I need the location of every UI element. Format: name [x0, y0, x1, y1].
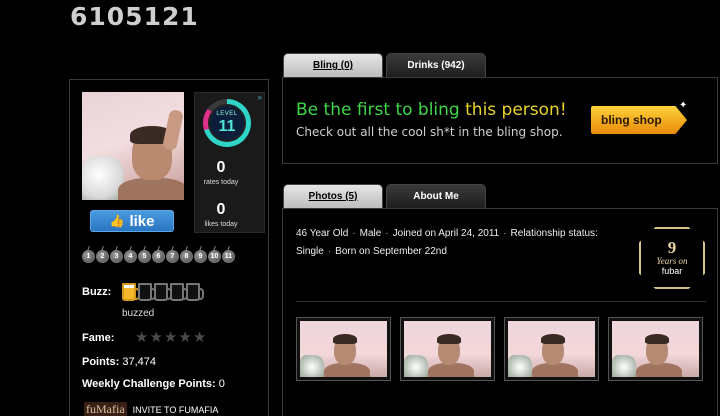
bling-shop-button[interactable]: bling shop — [591, 106, 687, 134]
buzz-status: buzzed — [122, 308, 155, 319]
gender: Male — [359, 228, 382, 239]
level-badge: 3 — [110, 250, 123, 263]
star-icon: ★ — [178, 329, 192, 346]
sparkle-icon: ✦ — [679, 100, 688, 111]
tab-drinks[interactable]: Drinks (942) — [386, 53, 486, 77]
level-badge: 2 — [96, 250, 109, 263]
level-badge: 11 — [222, 250, 235, 263]
photo-thumbnail[interactable] — [504, 317, 599, 381]
points-row: Points: 37,474 — [82, 356, 156, 368]
beer-mug-icon — [122, 283, 140, 301]
beer-mug-icon — [138, 283, 156, 301]
points-value: 37,474 — [122, 356, 156, 368]
star-icon: ★ — [149, 329, 163, 346]
level-badge: 4 — [124, 250, 137, 263]
level-badge: 10 — [208, 250, 221, 263]
thumbs-up-icon: 👍 — [109, 214, 125, 228]
likes-today-count: 0 — [216, 201, 226, 218]
years-number: 9 — [667, 238, 677, 257]
level-badge: 7 — [166, 250, 179, 263]
age: 46 Year Old — [296, 228, 349, 239]
weekly-label: Weekly Challenge Points: — [82, 378, 216, 390]
expand-icon[interactable]: » — [258, 93, 262, 102]
photo-thumbnail[interactable] — [296, 317, 391, 381]
buzz-meter — [122, 283, 204, 301]
beer-mug-icon — [170, 283, 188, 301]
years-site: fubar — [661, 266, 683, 276]
info-panel: 46 Year Old · Male · Joined on April 24, 201… — [282, 208, 718, 416]
photo-thumbnail[interactable] — [608, 317, 703, 381]
bling-title-green: Be the first to bling — [296, 100, 460, 120]
years-on-badge: 9 Years on fubar — [639, 227, 705, 289]
avatar[interactable] — [82, 92, 184, 200]
level-badge: 9 — [194, 250, 207, 263]
about-summary: 46 Year Old · Male · Joined on April 24, 201… — [296, 228, 598, 257]
level-badge: 8 — [180, 250, 193, 263]
star-icon: ★ — [163, 329, 178, 346]
weekly-points-row: Weekly Challenge Points: 0 — [82, 378, 225, 390]
joined-date: Joined on April 24, 2011 — [392, 228, 500, 239]
rates-today-label: rates today — [203, 179, 239, 186]
tab-bling[interactable]: Bling (0) — [283, 53, 383, 77]
tab-about-me[interactable]: About Me — [386, 184, 486, 208]
fumafia-invite[interactable]: fuMafia INVITE TO FUMAFIA — [84, 402, 218, 416]
years-text: Years on — [656, 256, 688, 266]
fumafia-invite-label: INVITE TO FUMAFIA — [132, 404, 219, 415]
level-badge: 5 — [138, 250, 151, 263]
star-icon: ★ — [192, 329, 207, 346]
stats-box: » LEVEL 11 0 rates today 0 likes today — [194, 92, 265, 233]
beer-mug-icon — [154, 283, 172, 301]
points-label: Points: — [82, 356, 120, 368]
like-button[interactable]: 👍 like — [90, 210, 174, 232]
level-badge: 6 — [152, 250, 165, 263]
photo-strip — [296, 317, 703, 381]
level-indicator: LEVEL 11 — [203, 99, 251, 147]
profile-username: 6105121 — [70, 2, 199, 31]
birthday: Born on September 22nd — [335, 246, 447, 257]
fame-stars: ★ ★ ★ ★ ★ — [135, 328, 206, 346]
weekly-value: 0 — [218, 378, 225, 390]
level-badges: 1 2 3 4 5 6 7 8 9 10 11 — [82, 250, 235, 263]
tab-photos[interactable]: Photos (5) — [283, 184, 383, 208]
fame-label: Fame: — [82, 332, 115, 344]
profile-sidebar: » LEVEL 11 0 rates today 0 likes today 👍… — [69, 79, 269, 416]
photo-thumbnail[interactable] — [400, 317, 495, 381]
level-number: 11 — [218, 118, 236, 135]
like-label: like — [129, 212, 155, 230]
bling-panel: Be the first to bling this person! Check… — [282, 77, 718, 164]
buzz-label: Buzz: — [82, 286, 112, 298]
level-label: LEVEL — [216, 111, 238, 117]
bling-subtitle: Check out all the cool sh*t in the bling… — [296, 125, 563, 139]
rates-today-count: 0 — [216, 159, 226, 176]
beer-mug-icon — [186, 283, 204, 301]
fumafia-logo: fuMafia — [84, 402, 127, 416]
likes-today-label: likes today — [204, 221, 238, 228]
bling-title-yellow: this person! — [459, 100, 567, 120]
divider — [296, 301, 706, 302]
bling-title: Be the first to bling this person! — [296, 100, 567, 120]
star-icon: ★ — [135, 329, 149, 346]
level-badge: 1 — [82, 250, 95, 263]
